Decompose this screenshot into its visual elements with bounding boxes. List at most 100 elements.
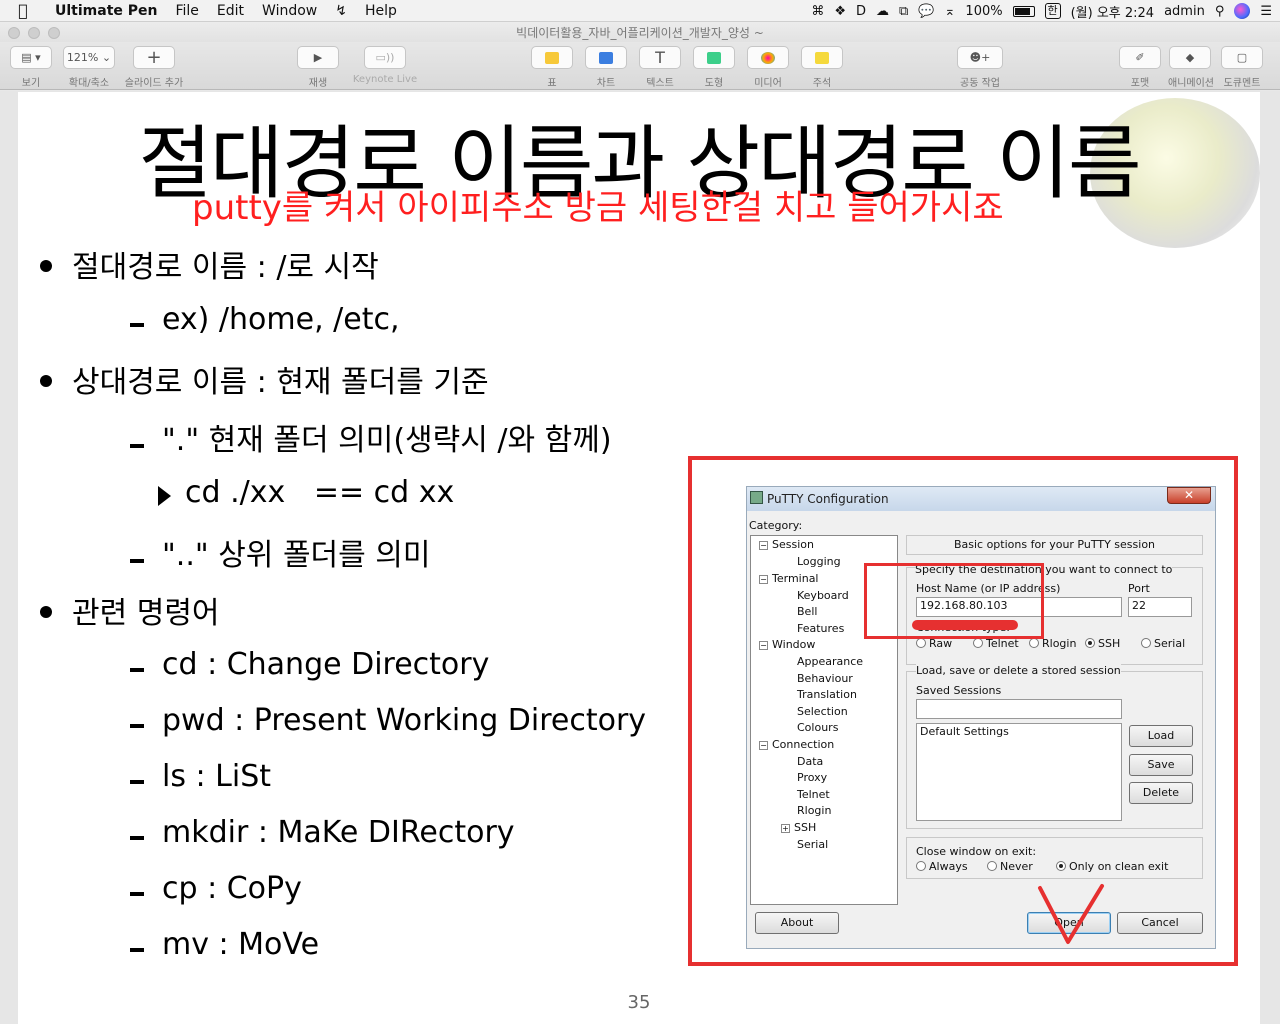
putty-config-window[interactable]: PuTTY Configuration ✕ Category: − Session… bbox=[746, 486, 1216, 949]
brush-icon[interactable]: ✐ bbox=[1119, 46, 1161, 69]
collapse-icon[interactable]: − bbox=[759, 641, 768, 650]
radio-icon[interactable] bbox=[1141, 638, 1151, 648]
tree-item-proxy[interactable]: Proxy bbox=[797, 771, 827, 784]
putty-close-icon[interactable]: ✕ bbox=[1167, 487, 1211, 504]
bullet-relative-path[interactable]: 상대경로 이름 : 현재 폴더를 기준 bbox=[40, 357, 489, 401]
radio-always[interactable]: Always bbox=[916, 860, 968, 873]
spotlight-search-icon[interactable]: ⚲ bbox=[1215, 4, 1225, 19]
radio-serial[interactable]: Serial bbox=[1141, 637, 1185, 650]
menu-file[interactable]: File bbox=[166, 3, 207, 19]
cloud-icon[interactable]: ☁ bbox=[876, 4, 889, 19]
tree-item-serial[interactable]: Serial bbox=[797, 838, 828, 851]
chart-icon[interactable] bbox=[585, 46, 627, 69]
text-tool[interactable]: T 텍스트 bbox=[638, 46, 682, 89]
tree-item-colours[interactable]: Colours bbox=[797, 721, 838, 734]
tree-item-session[interactable]: − Session bbox=[759, 538, 814, 551]
comment-tool[interactable]: 주석 bbox=[800, 46, 844, 89]
radio-icon[interactable] bbox=[973, 638, 983, 648]
expand-icon[interactable]: + bbox=[781, 824, 790, 833]
red-annotation-text[interactable]: putty를 켜서 아이피주소 방금 세팅한걸 치고 들어가시죠 bbox=[192, 180, 1004, 229]
comment-icon[interactable] bbox=[801, 46, 843, 69]
sidebar-view-icon[interactable]: ▤ ▾ bbox=[10, 46, 52, 69]
collapse-icon[interactable]: − bbox=[759, 541, 768, 550]
radio-selected-icon[interactable] bbox=[1085, 638, 1095, 648]
menu-window[interactable]: Window bbox=[253, 3, 326, 19]
tree-item-ssh[interactable]: + SSH bbox=[781, 821, 816, 834]
keynote-live-icon[interactable]: ▭)) bbox=[364, 46, 406, 69]
tree-item-selection[interactable]: Selection bbox=[797, 705, 848, 718]
shape-tool[interactable]: 도형 bbox=[692, 46, 736, 89]
chart-tool[interactable]: 차트 bbox=[584, 46, 628, 89]
bolt-icon[interactable]: ↯ bbox=[326, 3, 356, 19]
cancel-button[interactable]: Cancel bbox=[1117, 912, 1203, 934]
table-icon[interactable] bbox=[531, 46, 573, 69]
document-title[interactable]: 빅데이터활용_자바_어플리케이션_개발자_양성 ~ bbox=[0, 24, 1280, 41]
port-input[interactable]: 22 bbox=[1128, 597, 1192, 617]
collapse-icon[interactable]: − bbox=[759, 741, 768, 750]
tree-item-appearance[interactable]: Appearance bbox=[797, 655, 863, 668]
radio-icon[interactable] bbox=[987, 861, 997, 871]
zoom-value[interactable]: 121% bbox=[67, 51, 98, 64]
command-item[interactable]: mkdir : MaKe DIRectory bbox=[130, 815, 515, 850]
media-tool[interactable]: 미디어 bbox=[746, 46, 790, 89]
dropbox-icon[interactable]: ❖ bbox=[834, 4, 846, 19]
save-button[interactable]: Save bbox=[1129, 754, 1193, 776]
collaborate-icon[interactable]: ☻+ bbox=[957, 46, 1003, 69]
radio-ssh[interactable]: SSH bbox=[1085, 637, 1120, 650]
bullet-related-commands[interactable]: 관련 명령어 bbox=[40, 588, 220, 632]
radio-icon[interactable] bbox=[1029, 638, 1039, 648]
load-button[interactable]: Load bbox=[1129, 725, 1193, 747]
tree-item-connection[interactable]: − Connection bbox=[759, 738, 834, 751]
command-item[interactable]: cp : CoPy bbox=[130, 871, 302, 906]
radio-never[interactable]: Never bbox=[987, 860, 1033, 873]
tree-item-bell[interactable]: Bell bbox=[797, 605, 817, 618]
view-tool[interactable]: ▤ ▾ 보기 bbox=[8, 46, 54, 89]
battery-icon[interactable] bbox=[1012, 5, 1035, 17]
menu-app-name[interactable]: Ultimate Pen bbox=[46, 3, 166, 19]
chat-icon[interactable]: 💬 bbox=[918, 4, 934, 19]
saved-sessions-input[interactable] bbox=[916, 699, 1122, 719]
animate-icon[interactable]: ◆ bbox=[1169, 46, 1211, 69]
tree-item-translation[interactable]: Translation bbox=[797, 688, 857, 701]
table-tool[interactable]: 표 bbox=[530, 46, 574, 89]
radio-icon[interactable] bbox=[916, 638, 926, 648]
zoom-tool[interactable]: 121% ⌄ 확대/축소 bbox=[62, 46, 116, 89]
tree-item-data[interactable]: Data bbox=[797, 755, 823, 768]
command-item[interactable]: cd : Change Directory bbox=[130, 647, 489, 682]
tree-item-features[interactable]: Features bbox=[797, 622, 844, 635]
sessions-list[interactable]: Default Settings bbox=[916, 723, 1122, 821]
tree-item-window[interactable]: − Window bbox=[759, 638, 815, 651]
collapse-icon[interactable]: − bbox=[759, 575, 768, 584]
radio-icon[interactable] bbox=[916, 861, 926, 871]
text-icon[interactable]: T bbox=[639, 46, 681, 69]
format-tool[interactable]: ✐ 포맷 bbox=[1118, 46, 1162, 89]
bullet-absolute-path[interactable]: 절대경로 이름 : /로 시작 bbox=[40, 242, 379, 286]
document-tool[interactable]: ▢ 도큐멘트 bbox=[1220, 46, 1264, 89]
media-icon[interactable] bbox=[747, 46, 789, 69]
sub-bullet-parent-folder[interactable]: ".." 상위 폴더를 의미 bbox=[130, 530, 430, 574]
tree-item-rlogin[interactable]: Rlogin bbox=[797, 804, 831, 817]
menu-clock[interactable]: (월) 오후 2:24 bbox=[1071, 2, 1154, 21]
siri-icon[interactable] bbox=[1234, 3, 1251, 19]
command-icon[interactable]: ⌘ bbox=[811, 4, 824, 19]
play-icon[interactable]: ▶ bbox=[297, 46, 339, 69]
command-item[interactable]: mv : MoVe bbox=[130, 927, 319, 962]
tree-item-behaviour[interactable]: Behaviour bbox=[797, 672, 853, 685]
menu-user[interactable]: admin bbox=[1164, 4, 1205, 19]
keynote-live-tool[interactable]: ▭)) Keynote Live bbox=[350, 46, 420, 85]
collaborate-tool[interactable]: ☻+ 공동 작업 bbox=[952, 46, 1008, 89]
notification-center-icon[interactable]: ☰ bbox=[1260, 4, 1272, 19]
radio-only-clean-exit[interactable]: Only on clean exit bbox=[1056, 860, 1168, 873]
plus-icon[interactable]: + bbox=[133, 46, 175, 69]
tree-item-keyboard[interactable]: Keyboard bbox=[797, 589, 849, 602]
sub-sub-bullet-cd[interactable]: cd ./xx == cd xx bbox=[158, 475, 454, 510]
shape-icon[interactable] bbox=[693, 46, 735, 69]
d-app-icon[interactable]: D bbox=[856, 4, 866, 19]
menu-help[interactable]: Help bbox=[356, 3, 406, 19]
session-item[interactable]: Default Settings bbox=[920, 724, 1121, 740]
command-item[interactable]: ls : LiSt bbox=[130, 759, 271, 794]
wifi-icon[interactable]: ⌅ bbox=[945, 4, 956, 19]
command-item[interactable]: pwd : Present Working Directory bbox=[130, 703, 646, 738]
windows-icon[interactable]: ⧉ bbox=[899, 4, 908, 19]
delete-button[interactable]: Delete bbox=[1129, 782, 1193, 804]
